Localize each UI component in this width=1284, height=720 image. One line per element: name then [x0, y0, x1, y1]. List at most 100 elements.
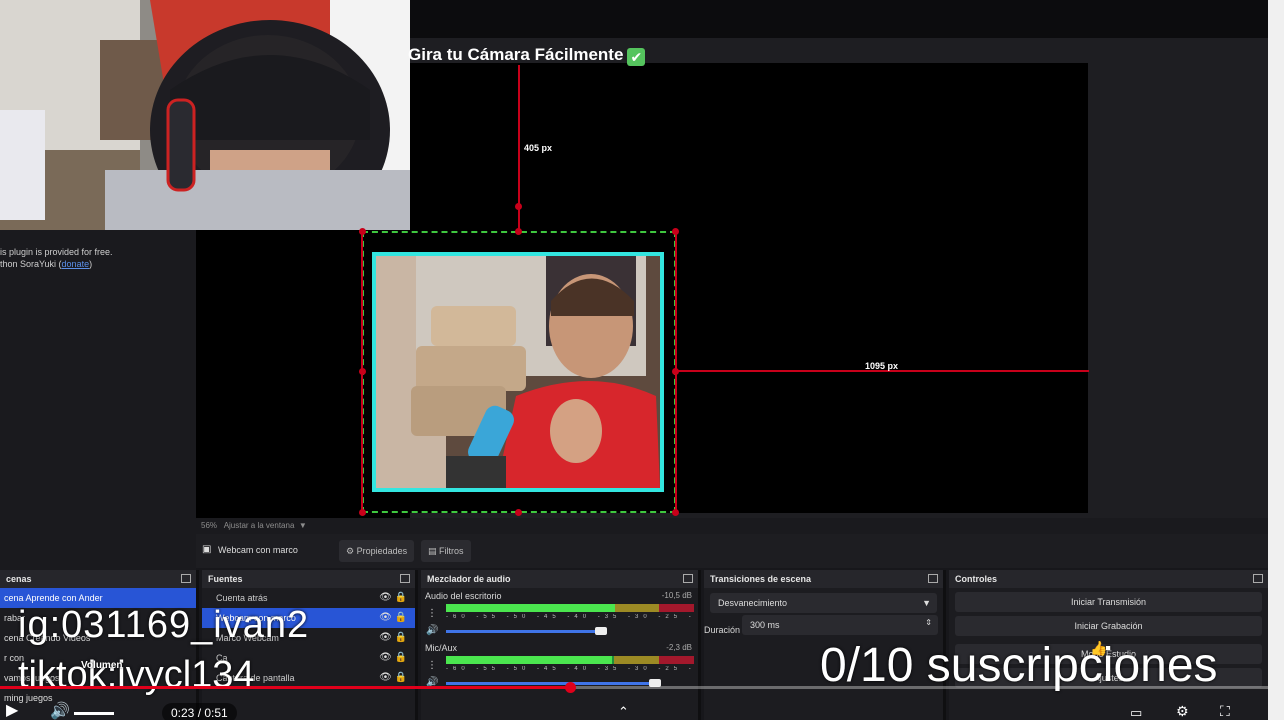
channel-name: Audio del escritorio [425, 591, 502, 601]
undock-icon[interactable] [181, 574, 191, 583]
spin-arrows-icon[interactable]: ⇕ [925, 618, 932, 627]
sources-header: Fuentes [202, 570, 415, 588]
video-title-overlay: Gira tu Cámara Fácilmente ✔ [408, 45, 646, 66]
scenes-header: cenas [0, 570, 196, 588]
resize-handle[interactable] [359, 509, 366, 516]
visibility-lock-icons[interactable]: 👁 🔒 [379, 612, 407, 623]
undock-icon[interactable] [1253, 574, 1263, 583]
plugin-info-text: is plugin is provided for free. thon Sor… [0, 246, 113, 270]
volume-slider[interactable] [446, 682, 656, 685]
chevron-up-icon[interactable]: ⌃ [618, 704, 629, 720]
check-icon: ✔ [627, 48, 646, 66]
properties-label: Propiedades [356, 546, 408, 556]
resize-handle[interactable] [515, 228, 522, 235]
subscriber-counter-overlay: 0/10 suscripciones [820, 639, 1218, 692]
resize-handle[interactable] [672, 368, 679, 375]
obs-window: is plugin is provided for free. thon Sor… [0, 0, 1284, 720]
streamer-webcam-image [0, 0, 410, 230]
plugin-author: thon SoraYuki ( [0, 259, 62, 269]
resize-handle[interactable] [672, 509, 679, 516]
channel-db: -10,5 dB [661, 591, 692, 600]
filters-label: Filtros [439, 546, 464, 556]
transitions-title: Transiciones de escena [710, 574, 812, 584]
zoom-level: 56% [201, 521, 218, 530]
measure-top-label: 405 px [524, 143, 553, 153]
source-type-icon: ▣ [202, 544, 212, 555]
properties-button[interactable]: ⚙ Propiedades [339, 540, 415, 562]
plugin-info-line: is plugin is provided for free. [0, 247, 113, 257]
zoom-bar: 56% Ajustar a la ventana ▼ [196, 518, 1268, 534]
volume-knob[interactable] [595, 627, 607, 635]
start-recording-button[interactable]: Iniciar Grabación [955, 616, 1262, 636]
duration-value: 300 ms [750, 620, 780, 630]
channel-db: -2,3 dB [666, 643, 692, 652]
visibility-lock-icons[interactable]: 👁 🔒 [379, 652, 407, 663]
duration-spinbox[interactable]: 300 ms ⇕ [742, 615, 938, 635]
speaker-icon[interactable]: 🔊 [426, 625, 438, 636]
measure-right-label: 1095 px [865, 361, 899, 371]
resize-handle[interactable] [359, 368, 366, 375]
resize-handle[interactable] [359, 228, 366, 235]
mixer-header: Mezclador de audio [421, 570, 698, 588]
controls-title: Controles [955, 574, 998, 584]
donate-link[interactable]: donate [62, 259, 90, 269]
level-meter [446, 656, 694, 664]
gear-icon[interactable]: ⚙ [1176, 703, 1189, 720]
sources-title: Fuentes [208, 574, 243, 584]
more-options-icon[interactable]: ⋮ [427, 660, 437, 671]
video-title: Gira tu Cámara Fácilmente [408, 45, 624, 64]
webcam-with-frame-source[interactable] [372, 252, 664, 492]
player-time: 0:23 / 0:51 [162, 703, 237, 720]
transitions-header: Transiciones de escena [704, 570, 943, 588]
level-meter [446, 604, 694, 612]
gear-icon: ⚙ [346, 546, 355, 556]
visibility-lock-icons[interactable]: 👁 🔒 [379, 632, 407, 643]
controls-header: Controles [949, 570, 1268, 588]
undock-icon[interactable] [400, 574, 410, 583]
filters-icon: ▤ [428, 546, 437, 556]
streamer-webcam-scene [0, 0, 410, 230]
chevron-down-icon: ▼ [922, 598, 931, 608]
meter-ticks: -60 -55 -50 -45 -40 -35 -30 -25 -20 -15 … [446, 666, 694, 672]
transition-type-select[interactable]: Desvanecimiento ▼ [710, 593, 937, 613]
fit-window-dropdown[interactable]: Ajustar a la ventana [224, 521, 295, 530]
resize-handle[interactable] [515, 509, 522, 516]
undock-icon[interactable] [928, 574, 938, 583]
fullscreen-icon[interactable]: ⛶ [1220, 703, 1230, 720]
meter-ticks: -60 -55 -50 -45 -40 -35 -30 -25 -20 -15 … [446, 614, 694, 620]
play-icon[interactable]: ▶ [6, 700, 18, 720]
start-streaming-button[interactable]: Iniciar Transmisión [955, 592, 1262, 612]
mixer-title: Mezclador de audio [427, 574, 511, 584]
channel-name: Mic/Aux [425, 643, 458, 653]
scenes-title: cenas [6, 574, 32, 584]
undock-icon[interactable] [683, 574, 693, 583]
chevron-down-icon[interactable]: ▼ [299, 521, 307, 530]
subtitles-icon[interactable]: ▭ [1130, 705, 1142, 720]
source-toolbar: ▣ Webcam con marco ⚙ Propiedades ▤ Filtr… [196, 534, 1268, 568]
resize-handle[interactable] [672, 228, 679, 235]
player-scrubber[interactable] [564, 682, 576, 693]
guide-handle [515, 203, 522, 210]
volume-slider[interactable] [446, 630, 606, 633]
right-gutter [1268, 0, 1284, 720]
mixer-channel: Audio del escritorio -10,5 dB -60 -55 -5… [421, 588, 698, 640]
volume-icon[interactable]: 🔊 [50, 701, 70, 720]
like-icon[interactable]: 👍 [1090, 640, 1107, 657]
plugin-info-panel [0, 230, 196, 570]
source-item-label: Cuenta atrás [216, 593, 268, 603]
webcam-scene [376, 256, 660, 488]
visibility-lock-icons[interactable]: 👁 🔒 [379, 592, 407, 603]
selected-source-name: Webcam con marco [218, 545, 298, 555]
volume-tooltip: Volumen [81, 660, 123, 671]
visibility-lock-icons[interactable]: 👁 🔒 [379, 672, 407, 683]
mixer-channel: Mic/Aux -2,3 dB -60 -55 -50 -45 -40 -35 … [421, 640, 698, 692]
player-volume-slider[interactable] [74, 712, 114, 715]
filters-button[interactable]: ▤ Filtros [421, 540, 471, 562]
duration-label: Duración [704, 625, 741, 635]
tiktok-handle-overlay: tiktok:ivycl134 [18, 654, 255, 696]
plugin-author-suffix: ) [89, 259, 93, 269]
player-progress-played [0, 686, 571, 689]
transition-type-value: Desvanecimiento [718, 598, 788, 608]
instagram-handle-overlay: ig:031169_ivan2 [18, 604, 310, 646]
more-options-icon[interactable]: ⋮ [427, 608, 437, 619]
